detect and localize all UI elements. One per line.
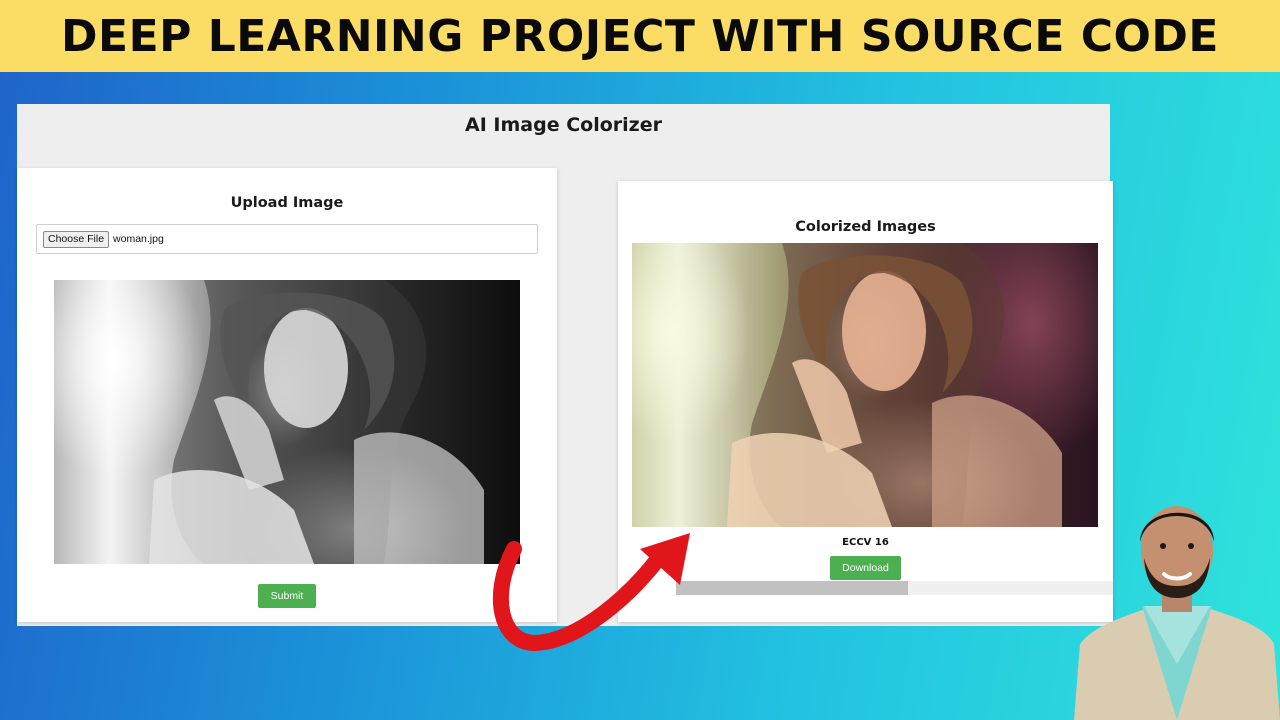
- banner-title: DEEP LEARNING PROJECT WITH SOURCE CODE: [61, 10, 1219, 62]
- selected-file-name: woman.jpg: [113, 233, 164, 245]
- red-arrow-icon: [493, 533, 690, 652]
- colorized-image: [632, 243, 1098, 527]
- colorized-heading: Colorized Images: [795, 219, 936, 235]
- presenter-avatar: [1074, 506, 1280, 720]
- download-button[interactable]: Download: [830, 556, 901, 580]
- choose-file-button[interactable]: Choose File: [43, 230, 110, 248]
- upload-panel: Upload Image Choose File woman.jpg Submi…: [17, 168, 557, 622]
- file-input[interactable]: Choose File woman.jpg: [36, 224, 538, 254]
- app-title: AI Image Colorizer: [465, 114, 662, 136]
- horizontal-scrollbar[interactable]: [676, 581, 1113, 595]
- title-banner: DEEP LEARNING PROJECT WITH SOURCE CODE: [0, 0, 1280, 72]
- upload-heading: Upload Image: [230, 195, 344, 211]
- submit-button[interactable]: Submit: [258, 584, 316, 608]
- uploaded-image-preview: [54, 280, 520, 564]
- scrollbar-thumb[interactable]: [676, 581, 908, 595]
